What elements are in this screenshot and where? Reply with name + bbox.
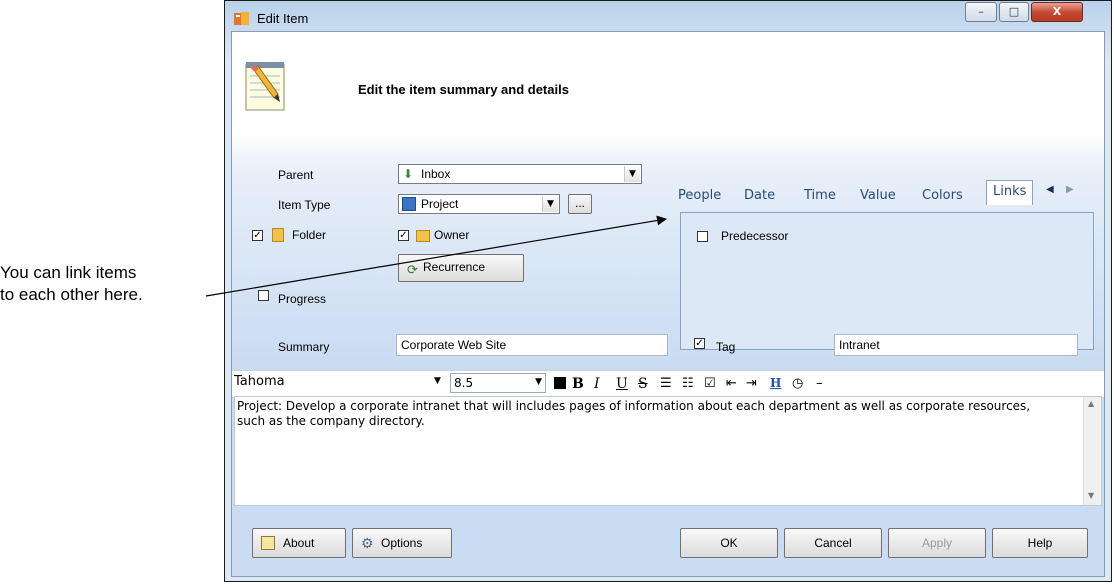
editor-scrollbar[interactable]: ▲ ▼	[1083, 397, 1101, 505]
parent-combo[interactable]: ⬇ Inbox ▼	[398, 164, 642, 184]
item-type-label: Item Type	[278, 198, 331, 212]
about-icon	[261, 536, 275, 550]
tag-checkbox[interactable]: ✓	[694, 338, 705, 349]
callout-text: You can link items to each other here.	[0, 262, 204, 306]
item-type-ellipsis-button[interactable]: ...	[568, 194, 592, 214]
tab-colors[interactable]: Colors	[922, 188, 963, 203]
maximize-button[interactable]: □	[999, 2, 1029, 22]
heading-button[interactable]: H	[770, 376, 781, 390]
chevron-down-icon[interactable]: ▼	[535, 377, 542, 387]
app-icon	[234, 12, 249, 25]
tab-time[interactable]: Time	[804, 188, 836, 203]
folder-checkbox[interactable]: ✓	[252, 230, 263, 241]
tab-scroll-left-icon[interactable]: ◀	[1046, 184, 1054, 195]
parent-label: Parent	[278, 168, 314, 182]
options-button[interactable]: ⚙ Options	[352, 528, 452, 558]
chevron-down-icon[interactable]: ▼	[434, 376, 441, 386]
outdent-icon[interactable]: ⇤	[726, 376, 737, 391]
bullet-list-icon[interactable]: ☰	[660, 376, 672, 391]
scroll-up-icon[interactable]: ▲	[1088, 399, 1094, 408]
scroll-down-icon[interactable]: ▼	[1088, 491, 1094, 500]
tab-people[interactable]: People	[678, 188, 721, 203]
italic-button[interactable]: I	[594, 376, 600, 392]
chevron-down-icon[interactable]: ▼	[624, 166, 640, 182]
ok-button[interactable]: OK	[680, 528, 778, 558]
tab-scroll-right-icon[interactable]: ▶	[1066, 184, 1074, 195]
item-type-combo[interactable]: Project ▼	[398, 194, 560, 214]
chevron-down-icon[interactable]: ▼	[542, 196, 558, 212]
numbered-list-icon[interactable]: ☷	[682, 376, 694, 391]
notepad-pencil-icon	[245, 62, 285, 111]
underline-button[interactable]: U	[616, 376, 628, 392]
summary-input[interactable]: Corporate Web Site	[396, 334, 668, 356]
tag-label: Tag	[716, 340, 736, 354]
indent-icon[interactable]: ⇥	[746, 376, 757, 391]
item-type-value: Project	[421, 197, 459, 211]
font-color-icon[interactable]	[554, 377, 566, 389]
format-toolbar: Tahoma ▼ 8.5 ▼ B I U S ☰ ☷ ☑ ⇤ ⇥ H ◷ –	[232, 370, 1104, 398]
recurrence-button[interactable]: ⟳ Recurrence	[398, 254, 524, 282]
folder-icon	[272, 228, 284, 242]
close-button[interactable]: X	[1031, 2, 1083, 22]
font-combo[interactable]: Tahoma ▼	[234, 374, 444, 392]
tag-input[interactable]: Intranet	[834, 334, 1078, 356]
clock-icon[interactable]: ◷	[792, 376, 803, 391]
header-text: Edit the item summary and details	[358, 82, 569, 97]
gear-icon: ⚙	[361, 535, 374, 551]
window-title: Edit Item	[257, 11, 309, 26]
recurrence-icon: ⟳	[407, 262, 418, 277]
bold-button[interactable]: B	[572, 376, 584, 392]
dialog-client: Edit the item summary and details Parent…	[231, 31, 1105, 577]
links-panel: Predecessor	[680, 212, 1094, 350]
owner-icon	[416, 230, 430, 242]
edit-item-window: Edit Item – □ X Edit the item summary an…	[224, 0, 1112, 582]
cancel-button[interactable]: Cancel	[784, 528, 882, 558]
size-value: 8.5	[454, 376, 474, 390]
strikethrough-button[interactable]: S	[638, 376, 648, 392]
details-text[interactable]: Project: Develop a corporate intranet th…	[237, 399, 1057, 429]
callout-line-2: to each other here.	[0, 285, 143, 304]
folder-label: Folder	[292, 228, 327, 242]
recurrence-label: Recurrence	[423, 260, 486, 274]
predecessor-checkbox[interactable]	[697, 231, 708, 242]
font-value: Tahoma	[234, 374, 285, 389]
details-editor[interactable]: Project: Develop a corporate intranet th…	[234, 396, 1102, 506]
summary-label: Summary	[278, 340, 330, 354]
parent-value: Inbox	[421, 167, 451, 181]
predecessor-label: Predecessor	[721, 229, 789, 243]
options-label: Options	[381, 536, 423, 550]
progress-label: Progress	[278, 292, 327, 306]
size-combo[interactable]: 8.5 ▼	[450, 373, 546, 393]
apply-button[interactable]: Apply	[888, 528, 986, 558]
owner-label: Owner	[434, 228, 470, 242]
tab-links[interactable]: Links	[986, 180, 1034, 205]
inbox-icon: ⬇	[403, 167, 414, 181]
minimize-button[interactable]: –	[965, 2, 997, 22]
tab-value[interactable]: Value	[860, 188, 896, 203]
about-button[interactable]: About	[252, 528, 346, 558]
owner-checkbox[interactable]: ✓	[398, 230, 409, 241]
horizontal-line-icon[interactable]: –	[816, 376, 823, 391]
progress-checkbox[interactable]	[258, 290, 269, 301]
callout-line-1: You can link items	[0, 263, 137, 282]
help-button[interactable]: Help	[992, 528, 1088, 558]
about-label: About	[283, 536, 315, 550]
checkbox-list-icon[interactable]: ☑	[704, 376, 716, 391]
tab-date[interactable]: Date	[744, 188, 775, 203]
project-icon	[402, 197, 416, 211]
